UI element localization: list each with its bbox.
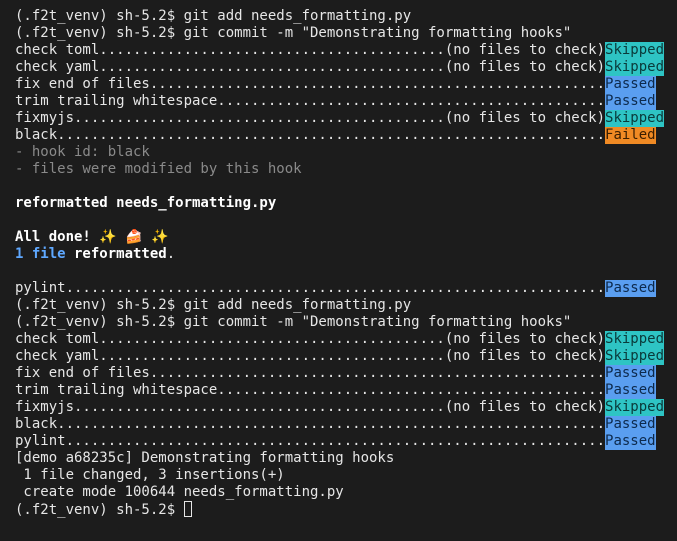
terminal-line: fix end of files........................… [15, 76, 677, 93]
terminal-line: check toml..............................… [15, 331, 677, 348]
hook-status-skipped: Skipped [605, 42, 665, 59]
hook-name: check yaml..............................… [15, 348, 606, 364]
terminal-line: pylint..................................… [15, 433, 677, 450]
hook-name: fix end of files........................… [15, 76, 606, 92]
hook-name: black...................................… [15, 416, 606, 432]
terminal-text: All done! ✨ 🍰 ✨ [15, 229, 169, 245]
terminal-text: - hook id: black [15, 144, 150, 160]
terminal-line: trim trailing whitespace................… [15, 382, 677, 399]
terminal-line: 1 file reformatted. [15, 246, 677, 263]
hook-name: trim trailing whitespace................… [15, 382, 606, 398]
terminal-text: (.f2t_venv) sh-5.2$ git commit -m "Demon… [15, 314, 572, 330]
terminal-line: (.f2t_venv) sh-5.2$ git commit -m "Demon… [15, 25, 677, 42]
hook-name: pylint..................................… [15, 280, 606, 296]
hook-name: fix end of files........................… [15, 365, 606, 381]
terminal-line: (.f2t_venv) sh-5.2$ [15, 501, 677, 518]
hook-status-skipped: Skipped [605, 348, 665, 365]
hook-name: check toml..............................… [15, 42, 606, 58]
hook-status-skipped: Skipped [605, 331, 665, 348]
terminal-cursor[interactable] [183, 501, 192, 517]
terminal-text: (.f2t_venv) sh-5.2$ git commit -m "Demon… [15, 25, 572, 41]
hook-name: fixmyjs.................................… [15, 110, 606, 126]
hook-status-skipped: Skipped [605, 399, 665, 416]
terminal-text: [demo a68235c] Demonstrating formatting … [15, 450, 395, 466]
terminal-text-segment: 1 file [15, 246, 66, 262]
terminal-text: 1 file changed, 3 insertions(+) [15, 467, 285, 483]
terminal-line: pylint..................................… [15, 280, 677, 297]
hook-status-passed: Passed [605, 382, 656, 399]
terminal-line: check yaml..............................… [15, 59, 677, 76]
terminal-text: - files were modified by this hook [15, 161, 302, 177]
terminal-line: (.f2t_venv) sh-5.2$ git commit -m "Demon… [15, 314, 677, 331]
terminal-line: check toml..............................… [15, 42, 677, 59]
terminal-text: (.f2t_venv) sh-5.2$ [15, 502, 184, 518]
terminal-line: fix end of files........................… [15, 365, 677, 382]
terminal-line: All done! ✨ 🍰 ✨ [15, 229, 677, 246]
terminal-line: check yaml..............................… [15, 348, 677, 365]
terminal-line: - files were modified by this hook [15, 161, 677, 178]
hook-status-passed: Passed [605, 365, 656, 382]
terminal-line: fixmyjs.................................… [15, 110, 677, 127]
hook-name: trim trailing whitespace................… [15, 93, 606, 109]
terminal-line: trim trailing whitespace................… [15, 93, 677, 110]
terminal-line: 1 file changed, 3 insertions(+) [15, 467, 677, 484]
hook-status-failed: Failed [605, 127, 656, 144]
terminal-text-segment: reformatted [65, 246, 167, 262]
terminal-line: - hook id: black [15, 144, 677, 161]
terminal-text-segment: . [166, 246, 176, 262]
terminal-window[interactable]: (.f2t_venv) sh-5.2$ git add needs_format… [0, 0, 677, 541]
hook-name: fixmyjs.................................… [15, 399, 606, 415]
hook-status-passed: Passed [605, 433, 656, 450]
hook-name: check toml..............................… [15, 331, 606, 347]
terminal-text: create mode 100644 needs_formatting.py [15, 484, 344, 500]
terminal-line: (.f2t_venv) sh-5.2$ git add needs_format… [15, 8, 677, 25]
terminal-text: (.f2t_venv) sh-5.2$ git add needs_format… [15, 8, 412, 24]
hook-status-skipped: Skipped [605, 59, 665, 76]
terminal-text: (.f2t_venv) sh-5.2$ git add needs_format… [15, 297, 412, 313]
terminal-line: black...................................… [15, 127, 677, 144]
hook-status-passed: Passed [605, 416, 656, 433]
terminal-line: fixmyjs.................................… [15, 399, 677, 416]
hook-name: check yaml..............................… [15, 59, 606, 75]
terminal-line: [demo a68235c] Demonstrating formatting … [15, 450, 677, 467]
terminal-text: reformatted needs_formatting.py [15, 195, 277, 211]
hook-status-passed: Passed [605, 76, 656, 93]
terminal-line: reformatted needs_formatting.py [15, 195, 677, 212]
terminal-line: (.f2t_venv) sh-5.2$ git add needs_format… [15, 297, 677, 314]
terminal-line: create mode 100644 needs_formatting.py [15, 484, 677, 501]
hook-status-passed: Passed [605, 280, 656, 297]
hook-status-skipped: Skipped [605, 110, 665, 127]
hook-name: black...................................… [15, 127, 606, 143]
terminal-line: black...................................… [15, 416, 677, 433]
hook-name: pylint..................................… [15, 433, 606, 449]
hook-status-passed: Passed [605, 93, 656, 110]
terminal-output: (.f2t_venv) sh-5.2$ git add needs_format… [15, 8, 677, 518]
